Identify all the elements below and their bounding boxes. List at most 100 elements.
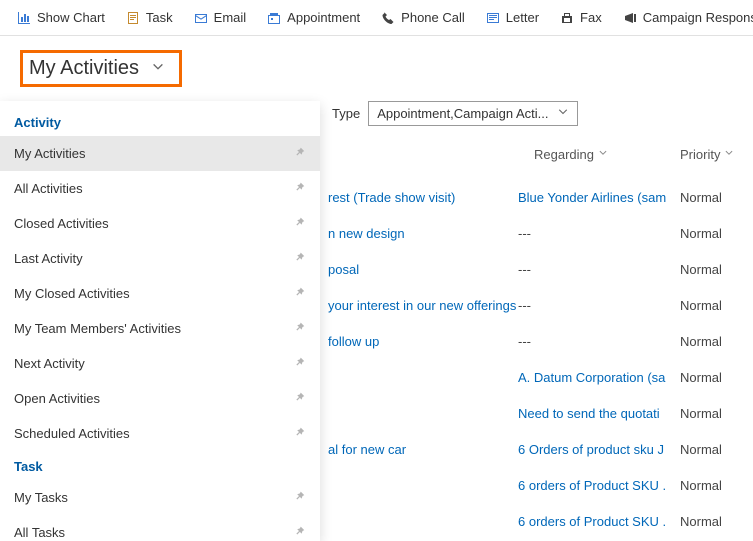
button-label: Fax xyxy=(580,10,602,25)
email-button[interactable]: Email xyxy=(185,6,255,30)
column-regarding[interactable]: Regarding xyxy=(534,147,608,162)
phone-call-button[interactable]: Phone Call xyxy=(372,6,473,30)
view-option-label: My Tasks xyxy=(14,490,68,505)
pin-icon[interactable] xyxy=(292,524,306,541)
subject-cell[interactable]: posal xyxy=(328,262,518,277)
view-selector[interactable]: My Activities xyxy=(20,50,182,87)
view-option-label: Closed Activities xyxy=(14,216,109,231)
priority-cell: Normal xyxy=(680,226,722,241)
regarding-cell: --- xyxy=(518,298,666,313)
email-icon xyxy=(193,10,209,26)
activity-type-filter[interactable]: Appointment,Campaign Acti... xyxy=(368,101,578,126)
view-option[interactable]: Open Activities xyxy=(0,381,320,416)
view-option[interactable]: My Closed Activities xyxy=(0,276,320,311)
task-icon xyxy=(125,10,141,26)
regarding-cell[interactable]: A. Datum Corporation (sa xyxy=(518,370,666,385)
view-option-label: Scheduled Activities xyxy=(14,426,130,441)
view-option[interactable]: Closed Activities xyxy=(0,206,320,241)
view-option[interactable]: All Activities xyxy=(0,171,320,206)
priority-cell: Normal xyxy=(680,262,722,277)
pin-icon[interactable] xyxy=(292,145,306,162)
subject-cell[interactable]: follow up xyxy=(328,334,518,349)
view-option-label: All Activities xyxy=(14,181,83,196)
priority-cell: Normal xyxy=(680,298,722,313)
view-option[interactable]: Next Activity xyxy=(0,346,320,381)
column-label: Regarding xyxy=(534,147,594,162)
pin-icon[interactable] xyxy=(292,320,306,337)
chevron-down-icon xyxy=(724,148,734,161)
regarding-cell[interactable]: 6 orders of Product SKU . xyxy=(518,514,666,529)
priority-cell: Normal xyxy=(680,406,722,421)
letter-icon xyxy=(485,10,501,26)
pin-icon[interactable] xyxy=(292,355,306,372)
pin-icon[interactable] xyxy=(292,250,306,267)
pin-icon[interactable] xyxy=(292,489,306,506)
view-header: My Activities xyxy=(0,36,753,95)
priority-cell: Normal xyxy=(680,370,722,385)
priority-cell: Normal xyxy=(680,478,722,493)
content-area: Type Appointment,Campaign Acti... Regard… xyxy=(0,101,753,126)
view-dropdown-list[interactable]: Activity My Activities All Activities Close… xyxy=(0,101,320,541)
view-option-label: My Team Members' Activities xyxy=(14,321,181,336)
chevron-down-icon xyxy=(598,148,608,161)
view-title: My Activities xyxy=(29,57,139,80)
regarding-cell[interactable]: 6 orders of Product SKU . xyxy=(518,478,666,493)
view-option-label: Open Activities xyxy=(14,391,100,406)
view-option[interactable]: Last Activity xyxy=(0,241,320,276)
view-option-label: Last Activity xyxy=(14,251,83,266)
pin-icon[interactable] xyxy=(292,390,306,407)
fax-icon xyxy=(559,10,575,26)
button-label: Email xyxy=(214,10,247,25)
regarding-cell: --- xyxy=(518,334,666,349)
button-label: Show Chart xyxy=(37,10,105,25)
regarding-cell: --- xyxy=(518,226,666,241)
show-chart-button[interactable]: Show Chart xyxy=(8,6,113,30)
filter-value: Appointment,Campaign Acti... xyxy=(377,106,548,121)
view-option[interactable]: My Tasks xyxy=(0,480,320,515)
view-option-label: My Closed Activities xyxy=(14,286,130,301)
priority-cell: Normal xyxy=(680,514,722,529)
column-priority[interactable]: Priority xyxy=(680,147,734,162)
view-option[interactable]: All Tasks xyxy=(0,515,320,541)
column-label: Priority xyxy=(680,147,720,162)
command-bar: Show Chart Task Email Appointment Phone Call… xyxy=(0,0,753,36)
view-option[interactable]: My Activities xyxy=(0,136,320,171)
pin-icon[interactable] xyxy=(292,425,306,442)
chevron-down-icon xyxy=(151,60,165,77)
dropdown-group-activity: Activity xyxy=(0,107,320,136)
pin-icon[interactable] xyxy=(292,285,306,302)
priority-cell: Normal xyxy=(680,334,722,349)
chevron-down-icon xyxy=(557,106,569,121)
view-option[interactable]: My Team Members' Activities xyxy=(0,311,320,346)
view-option-label: My Activities xyxy=(14,146,86,161)
subject-cell[interactable]: al for new car xyxy=(328,442,518,457)
regarding-cell[interactable]: Blue Yonder Airlines (sam xyxy=(518,190,666,205)
chart-icon xyxy=(16,10,32,26)
regarding-cell[interactable]: 6 Orders of product sku J xyxy=(518,442,666,457)
pin-icon[interactable] xyxy=(292,215,306,232)
letter-button[interactable]: Letter xyxy=(477,6,547,30)
campaign-icon xyxy=(622,10,638,26)
regarding-cell[interactable]: Need to send the quotati xyxy=(518,406,666,421)
view-dropdown: Activity My Activities All Activities Close… xyxy=(0,101,320,541)
filter-label: Type xyxy=(332,106,360,121)
appointment-icon xyxy=(266,10,282,26)
view-option[interactable]: Scheduled Activities xyxy=(0,416,320,451)
button-label: Phone Call xyxy=(401,10,465,25)
priority-cell: Normal xyxy=(680,190,722,205)
fax-button[interactable]: Fax xyxy=(551,6,610,30)
dropdown-group-task: Task xyxy=(0,451,320,480)
task-button[interactable]: Task xyxy=(117,6,181,30)
subject-cell[interactable]: n new design xyxy=(328,226,518,241)
subject-cell[interactable]: your interest in our new offerings xyxy=(328,298,518,313)
appointment-button[interactable]: Appointment xyxy=(258,6,368,30)
view-option-label: All Tasks xyxy=(14,525,65,540)
button-label: Letter xyxy=(506,10,539,25)
view-option-label: Next Activity xyxy=(14,356,85,371)
phone-icon xyxy=(380,10,396,26)
campaign-response-button[interactable]: Campaign Response xyxy=(614,6,753,30)
pin-icon[interactable] xyxy=(292,180,306,197)
subject-cell[interactable]: rest (Trade show visit) xyxy=(328,190,518,205)
button-label: Appointment xyxy=(287,10,360,25)
button-label: Task xyxy=(146,10,173,25)
